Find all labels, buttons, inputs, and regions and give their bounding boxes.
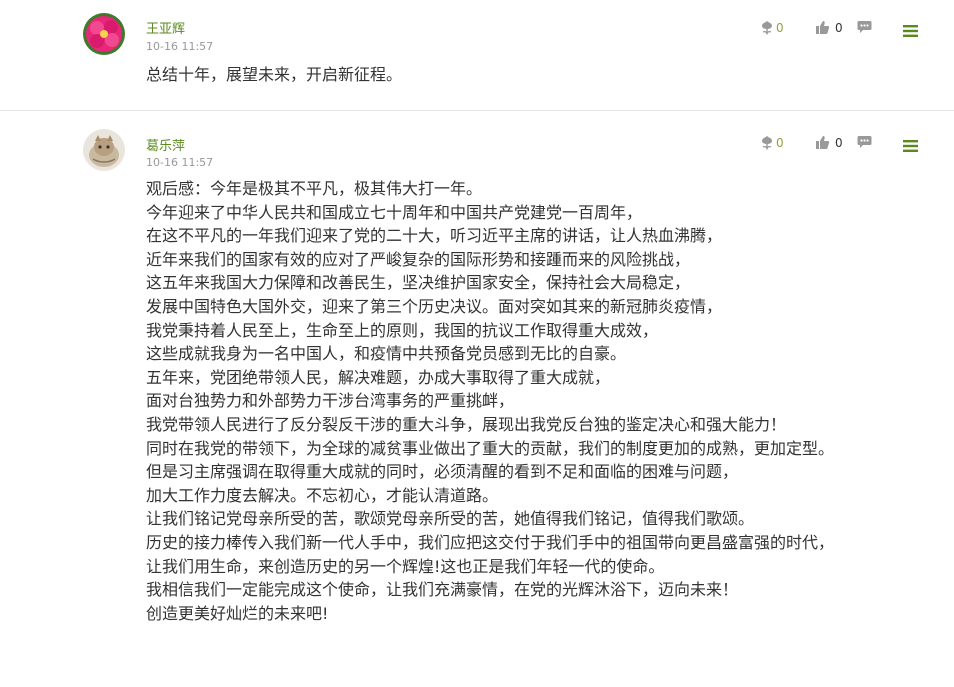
content-line: 我相信我们一定能完成这个使命，让我们充满豪情，在党的光辉沐浴下，迈向未来！ (146, 580, 739, 600)
flower-button[interactable]: 0 (760, 20, 784, 36)
reply-button[interactable] (857, 135, 872, 149)
comment-item: 葛乐萍 10-16 11:57 观后感：今年是极其不平凡，极其伟大打一年。 今年… (0, 111, 954, 687)
reply-button[interactable] (857, 20, 872, 34)
content-line: 让我们用生命，来创造历史的另一个辉煌!这也正是我们年轻一代的使命。 (146, 556, 665, 576)
content-line: 我党带领人民进行了反分裂反干涉的重大斗争，展现出我党反台独的鉴定决心和强大能力！ (146, 414, 787, 434)
thumbs-up-icon (816, 21, 830, 34)
content-line: 但是习主席强调在取得重大成就的同时，必须清醒的看到不足和面临的困难与问题， (146, 462, 739, 482)
comment-time: 10-16 11:57 (146, 40, 214, 53)
like-button[interactable]: 0 (815, 135, 843, 150)
content-line: 这五年来我国大力保障和改善民生，坚决维护国家安全，保持社会大局稳定， (146, 273, 691, 293)
speech-bubble-icon (857, 21, 872, 33)
comment-time: 10-16 11:57 (146, 156, 214, 169)
content-line: 今年迎来了中华人民共和国成立七十周年和中国共产党建党一百周年， (146, 202, 643, 222)
content-line: 这些成就我身为一名中国人，和疫情中共预备党员感到无比的自豪。 (146, 344, 627, 364)
flower-icon (762, 136, 772, 150)
like-count: 0 (835, 135, 843, 150)
flower-button[interactable]: 0 (760, 135, 784, 151)
content-line: 近年来我们的国家有效的应对了严峻复杂的国际形势和接踵而来的风险挑战， (146, 249, 691, 269)
content-line: 同时在我党的带领下，为全球的减贫事业做出了重大的贡献，我们的制度更加的成熟，更加… (146, 438, 835, 458)
content-line: 加大工作力度去解决。不忘初心，才能认清道路。 (146, 485, 499, 505)
content-line: 观后感：今年是极其不平凡，极其伟大打一年。 (146, 179, 483, 198)
content-line: 创造更美好灿烂的未来吧! (146, 603, 329, 623)
content-line: 发展中国特色大国外交，迎来了第三个历史决议。面对突如其来的新冠肺炎疫情， (146, 296, 723, 316)
content-line: 历史的接力棒传入我们新一代人手中，我们应把这交付于我们手中的祖国带向更昌盛富强的… (146, 532, 835, 552)
thumbs-up-icon (816, 136, 830, 149)
content-line: 面对台独势力和外部势力干涉台湾事务的严重挑衅， (146, 391, 515, 411)
flower-icon (762, 21, 772, 35)
content-line: 五年来，党团绝带领人民，解决难题，办成大事取得了重大成就， (146, 367, 611, 387)
comment-content: 总结十年，展望未来，开启新征程。 (146, 63, 402, 87)
flower-count: 0 (776, 136, 784, 150)
like-count: 0 (835, 20, 843, 35)
content-line: 我党秉持着人民至上，生命至上的原则，我国的抗议工作取得重大成效， (146, 320, 659, 340)
menu-icon (903, 140, 918, 152)
avatar[interactable] (83, 13, 125, 55)
author-name[interactable]: 葛乐萍 (146, 135, 185, 154)
more-menu-button[interactable] (903, 25, 918, 37)
menu-icon (903, 25, 918, 37)
content-line: 让我们铭记党母亲所受的苦，歌颂党母亲所受的苦，她值得我们铭记，值得我们歌颂。 (146, 509, 755, 529)
avatar[interactable] (83, 129, 125, 171)
like-button[interactable]: 0 (815, 20, 843, 35)
flower-count: 0 (776, 21, 784, 35)
more-menu-button[interactable] (903, 140, 918, 152)
content-line: 在这不平凡的一年我们迎来了党的二十大，听习近平主席的讲话，让人热血沸腾， (146, 226, 723, 246)
comment-item: 王亚辉 10-16 11:57 总结十年，展望未来，开启新征程。 0 0 (0, 0, 954, 111)
author-name[interactable]: 王亚辉 (146, 18, 185, 37)
comment-content: 观后感：今年是极其不平凡，极其伟大打一年。 今年迎来了中华人民共和国成立七十周年… (146, 177, 834, 625)
speech-bubble-icon (857, 136, 872, 148)
content-line: 总结十年，展望未来，开启新征程。 (146, 65, 403, 84)
